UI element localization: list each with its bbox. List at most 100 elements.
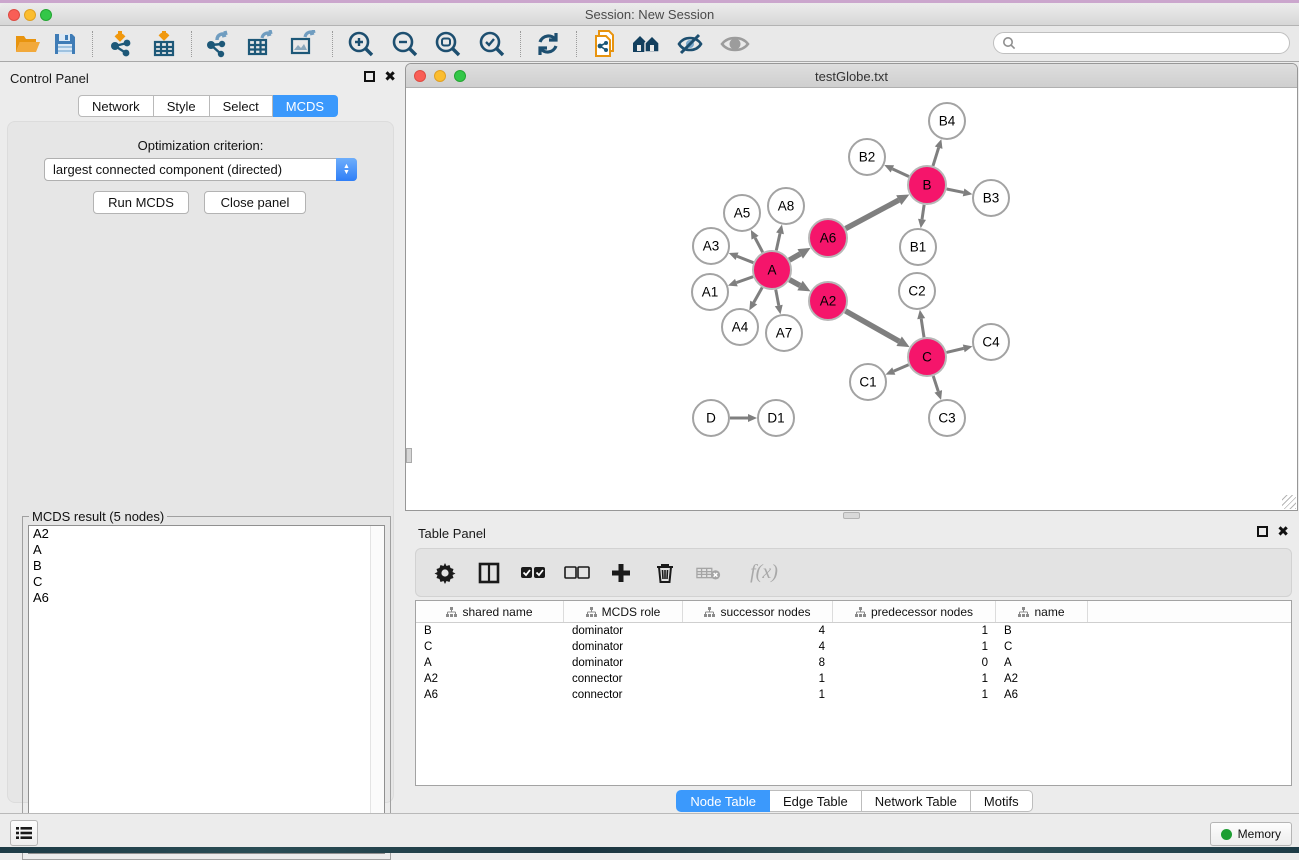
edge-A-A5[interactable] xyxy=(755,238,763,253)
export-image-icon[interactable] xyxy=(287,29,321,59)
table-cell[interactable]: B xyxy=(416,625,564,637)
export-table-icon[interactable] xyxy=(244,29,278,59)
table-cell[interactable]: A6 xyxy=(996,689,1088,701)
edge-C-C4[interactable] xyxy=(946,348,963,352)
table-cell[interactable]: connector xyxy=(564,689,683,701)
import-table-icon[interactable] xyxy=(147,29,181,59)
import-network-icon[interactable] xyxy=(104,29,138,59)
column-header-name[interactable]: name xyxy=(996,601,1088,622)
table-cell[interactable]: 1 xyxy=(833,673,996,685)
edge-C-C3[interactable] xyxy=(933,376,938,391)
table-cell[interactable]: C xyxy=(416,641,564,653)
network-canvas[interactable]: B4B2BB3A5A8A6A3B1AA1C2A2A4A7C4CC1C3DD1 xyxy=(406,88,1297,510)
edge-B-B1[interactable] xyxy=(922,205,924,219)
search-input[interactable] xyxy=(993,32,1290,54)
table-row[interactable]: A2connector11A2 xyxy=(416,671,1291,687)
table-cell[interactable]: 1 xyxy=(833,641,996,653)
delete-row-icon[interactable] xyxy=(652,560,678,586)
result-item[interactable]: A xyxy=(29,542,384,558)
table-cell[interactable]: 4 xyxy=(683,625,833,637)
column-manager-icon[interactable] xyxy=(476,560,502,586)
edge-C-C2[interactable] xyxy=(921,319,924,338)
tab-network-table[interactable]: Network Table xyxy=(862,790,971,812)
close-panel-button[interactable]: Close panel xyxy=(204,191,306,214)
table-cell[interactable]: A6 xyxy=(416,689,564,701)
show-graphics-details-icon[interactable] xyxy=(718,29,752,59)
table-cell[interactable]: A xyxy=(416,657,564,669)
network-graph[interactable]: B4B2BB3A5A8A6A3B1AA1C2A2A4A7C4CC1C3DD1 xyxy=(406,88,1297,510)
table-cell[interactable]: A2 xyxy=(996,673,1088,685)
add-column-icon[interactable] xyxy=(608,560,634,586)
canvas-side-handle[interactable] xyxy=(406,448,412,463)
tab-edge-table[interactable]: Edge Table xyxy=(770,790,862,812)
result-item[interactable]: B xyxy=(29,558,384,574)
edge-A-A8[interactable] xyxy=(776,233,780,250)
column-header-predecessor-nodes[interactable]: predecessor nodes xyxy=(833,601,996,622)
table-cell[interactable]: 1 xyxy=(833,689,996,701)
edge-A-A1[interactable] xyxy=(736,277,753,283)
tab-network[interactable]: Network xyxy=(78,95,154,117)
tab-mcds[interactable]: MCDS xyxy=(273,95,338,117)
zoom-in-icon[interactable] xyxy=(344,29,378,59)
column-header-shared-name[interactable]: shared name xyxy=(416,601,564,622)
network-window-titlebar[interactable]: testGlobe.txt xyxy=(406,64,1297,88)
result-scrollbar[interactable] xyxy=(370,526,384,853)
table-cell[interactable]: 0 xyxy=(833,657,996,669)
optimization-criterion-select[interactable]: largest connected component (directed) ▲… xyxy=(44,158,357,181)
zoom-out-icon[interactable] xyxy=(388,29,422,59)
refresh-icon[interactable] xyxy=(531,29,565,59)
result-item[interactable]: C xyxy=(29,574,384,590)
table-cell[interactable]: dominator xyxy=(564,625,683,637)
memory-button[interactable]: Memory xyxy=(1210,822,1292,846)
settings-gear-icon[interactable] xyxy=(432,560,458,586)
edge-A-A2[interactable] xyxy=(789,280,800,286)
hide-selected-icon[interactable] xyxy=(673,29,707,59)
float-panel-icon[interactable] xyxy=(364,71,375,82)
mcds-result-list[interactable]: A2ABCA6 xyxy=(28,525,385,854)
column-header-MCDS-role[interactable]: MCDS role xyxy=(564,601,683,622)
edge-B-B4[interactable] xyxy=(933,148,939,166)
deselect-all-icon[interactable] xyxy=(564,560,590,586)
node-table[interactable]: shared nameMCDS rolesuccessor nodesprede… xyxy=(415,600,1292,786)
table-row[interactable]: A6connector11A6 xyxy=(416,687,1291,703)
zoom-selected-icon[interactable] xyxy=(475,29,509,59)
table-cell[interactable]: dominator xyxy=(564,641,683,653)
tab-node-table[interactable]: Node Table xyxy=(676,790,770,812)
table-cell[interactable]: 1 xyxy=(683,673,833,685)
edge-A6-B[interactable] xyxy=(846,200,899,228)
table-cell[interactable]: 1 xyxy=(683,689,833,701)
run-mcds-button[interactable]: Run MCDS xyxy=(93,191,189,214)
zoom-fit-icon[interactable] xyxy=(431,29,465,59)
window-resize-grip[interactable] xyxy=(1282,495,1296,509)
table-cell[interactable]: dominator xyxy=(564,657,683,669)
close-panel-icon[interactable]: ✖ xyxy=(384,71,396,82)
select-all-icon[interactable] xyxy=(520,560,546,586)
edge-A-A7[interactable] xyxy=(776,290,779,306)
edge-B-B2[interactable] xyxy=(892,169,909,177)
table-row[interactable]: Adominator80A xyxy=(416,655,1291,671)
table-cell[interactable]: B xyxy=(996,625,1088,637)
save-session-icon[interactable] xyxy=(48,29,82,59)
delete-table-icon[interactable] xyxy=(696,560,722,586)
open-file-icon[interactable] xyxy=(11,29,45,59)
table-cell[interactable]: connector xyxy=(564,673,683,685)
tab-select[interactable]: Select xyxy=(210,95,273,117)
table-cell[interactable]: 1 xyxy=(833,625,996,637)
table-cell[interactable]: A2 xyxy=(416,673,564,685)
table-row[interactable]: Cdominator41C xyxy=(416,639,1291,655)
column-header-successor-nodes[interactable]: successor nodes xyxy=(683,601,833,622)
result-item[interactable]: A6 xyxy=(29,590,384,606)
edge-A2-C[interactable] xyxy=(845,311,899,341)
edge-A-A6[interactable] xyxy=(789,254,800,260)
table-cell[interactable]: 8 xyxy=(683,657,833,669)
table-cell[interactable]: 4 xyxy=(683,641,833,653)
clone-network-icon[interactable] xyxy=(588,29,622,59)
close-table-panel-icon[interactable]: ✖ xyxy=(1277,526,1289,537)
result-item[interactable]: A2 xyxy=(29,526,384,542)
export-network-icon[interactable] xyxy=(201,29,235,59)
split-pane-handle[interactable] xyxy=(843,512,860,519)
table-cell[interactable]: A xyxy=(996,657,1088,669)
function-builder-icon[interactable]: f(x) xyxy=(740,560,788,586)
edge-A-A3[interactable] xyxy=(737,256,753,262)
table-cell[interactable]: C xyxy=(996,641,1088,653)
